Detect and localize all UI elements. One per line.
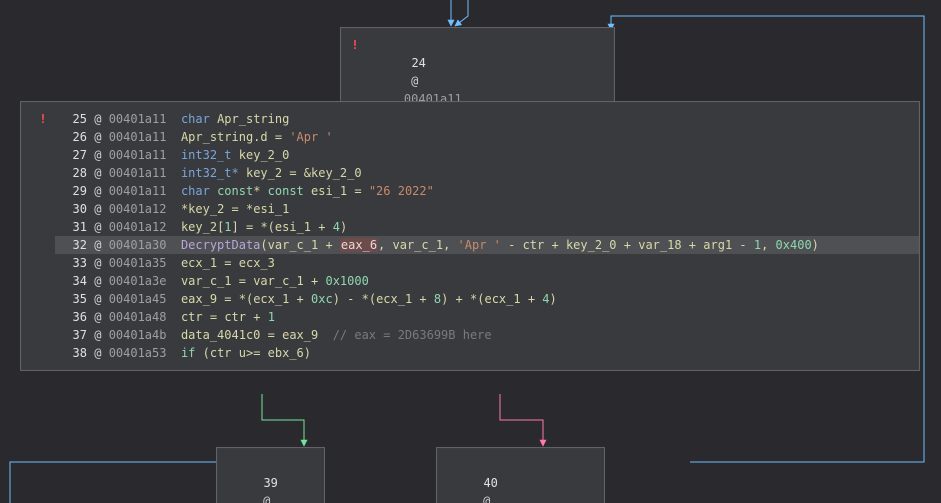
code-row[interactable]: 27 @ 00401a11 int32_t key_2_0 (65, 146, 909, 164)
code-row[interactable]: 29 @ 00401a11 char const* const esi_1 = … (65, 182, 909, 200)
line-number: 36 (65, 308, 87, 326)
block-break[interactable]: 39 @ 00401a53 break (216, 447, 325, 503)
identifier[interactable]: ctr (181, 310, 203, 324)
at-sign: @ (87, 148, 109, 162)
identifier[interactable]: ctr (224, 310, 246, 324)
at-sign: @ (87, 274, 109, 288)
line-number: 30 (65, 200, 87, 218)
line-number: 28 (65, 164, 87, 182)
address: 00401a11 (109, 184, 167, 198)
code-row[interactable]: 39 @ 00401a53 break (227, 456, 314, 503)
line-number: 38 (65, 344, 87, 362)
identifier[interactable]: key_2_0 (566, 238, 617, 252)
line-number: 26 (65, 128, 87, 146)
at-sign: @ (87, 256, 109, 270)
line-number: 27 (65, 146, 87, 164)
address: 00401a30 (109, 238, 167, 252)
identifier[interactable]: esi_1 (275, 220, 311, 234)
line-number: 35 (65, 290, 87, 308)
identifier[interactable]: arg1 (703, 238, 732, 252)
identifier[interactable]: esi_1 (253, 202, 289, 216)
line-number: 24 (404, 54, 426, 72)
code-row[interactable]: 37 @ 00401a4b data_4041c0 = eax_9 // eax… (65, 326, 909, 344)
identifier[interactable]: var_c_1 (393, 238, 444, 252)
line-number: 40 (476, 474, 498, 492)
identifier[interactable]: var_c_1 (181, 274, 232, 288)
address: 00401a53 (109, 346, 167, 360)
identifier[interactable]: eax_9 (282, 328, 318, 342)
line-number: 29 (65, 182, 87, 200)
address: 00401a11 (109, 130, 167, 144)
identifier[interactable]: var_c_1 (253, 274, 304, 288)
code-row[interactable]: 25 @ 00401a11 char Apr_string (65, 110, 909, 128)
code-row[interactable]: 40 @ 00401a03 eax_6 = var_20_1 (447, 456, 594, 503)
address: 00401a48 (109, 310, 167, 324)
block-backedge-assign[interactable]: 40 @ 00401a03 eax_6 = var_20_1 (436, 447, 605, 503)
identifier[interactable]: ebx_6 (268, 346, 304, 360)
identifier[interactable]: ecx_1 (253, 292, 289, 306)
at-sign: @ (87, 202, 109, 216)
at-sign: @ (87, 328, 109, 342)
address: 00401a12 (109, 202, 167, 216)
identifier[interactable]: var_c_1 (268, 238, 319, 252)
identifier[interactable]: esi_1 (311, 184, 347, 198)
identifier[interactable]: ecx_1 (181, 256, 217, 270)
at-sign: @ (87, 130, 109, 144)
at-sign: @ (87, 166, 109, 180)
at-sign: @ (87, 346, 109, 360)
address: 00401a11 (109, 166, 167, 180)
identifier[interactable]: key_2_0 (239, 148, 290, 162)
identifier[interactable]: ecx_1 (376, 292, 412, 306)
line-number: 31 (65, 218, 87, 236)
code-row[interactable]: 35 @ 00401a45 eax_9 = *(ecx_1 + 0xc) - *… (65, 290, 909, 308)
function-name[interactable]: DecryptData (181, 238, 260, 252)
line-number: 33 (65, 254, 87, 272)
identifier[interactable]: key_2 (181, 220, 217, 234)
comment: // eax = 2D63699B here (333, 328, 492, 342)
code-row[interactable]: 36 @ 00401a48 ctr = ctr + 1 (65, 308, 909, 326)
line-number: 39 (256, 474, 278, 492)
address: 00401a11 (109, 112, 167, 126)
address: 00401a3e (109, 274, 167, 288)
code-row[interactable]: 38 @ 00401a53 if (ctr u>= ebx_6) (65, 344, 909, 362)
identifier[interactable]: data_4041c0 (181, 328, 260, 342)
code-row[interactable]: 34 @ 00401a3e var_c_1 = var_c_1 + 0x1000 (65, 272, 909, 290)
at-sign: @ (87, 220, 109, 234)
code-row[interactable]: 28 @ 00401a11 int32_t* key_2 = &key_2_0 (65, 164, 909, 182)
identifier[interactable]: eax_9 (181, 292, 217, 306)
at-sign: @ (87, 238, 109, 252)
address: 00401a4b (109, 328, 167, 342)
line-number: 25 (65, 110, 87, 128)
block-loop-body[interactable]: ! 25 @ 00401a11 char Apr_string26 @ 0040… (20, 101, 920, 371)
address: 00401a35 (109, 256, 167, 270)
address: 00401a45 (109, 292, 167, 306)
address: 00401a11 (109, 148, 167, 162)
identifier[interactable]: ecx_1 (484, 292, 520, 306)
error-icon: ! (35, 110, 51, 126)
at-sign: @ (87, 292, 109, 306)
at-sign: @ (87, 310, 109, 324)
line-number: 34 (65, 272, 87, 290)
highlighted-identifier[interactable]: eax_6 (340, 238, 378, 252)
identifier[interactable]: ctr (523, 238, 545, 252)
identifier[interactable]: ctr (210, 346, 232, 360)
error-icon: ! (347, 36, 363, 52)
at-sign: @ (87, 112, 109, 126)
identifier[interactable]: Apr_string (217, 112, 289, 126)
address: 00401a12 (109, 220, 167, 234)
identifier[interactable]: key_2_0 (311, 166, 362, 180)
identifier[interactable]: var_18 (638, 238, 681, 252)
code-row[interactable]: 33 @ 00401a35 ecx_1 = ecx_3 (65, 254, 909, 272)
at-sign: @ (87, 184, 109, 198)
identifier[interactable]: ecx_3 (239, 256, 275, 270)
code-row[interactable]: 32 @ 00401a30 DecryptData(var_c_1 + eax_… (55, 236, 919, 254)
identifier[interactable]: key_2 (188, 202, 224, 216)
code-row[interactable]: 30 @ 00401a12 *key_2 = *esi_1 (65, 200, 909, 218)
line-number: 37 (65, 326, 87, 344)
code-row[interactable]: 26 @ 00401a11 Apr_string.d = 'Apr ' (65, 128, 909, 146)
identifier[interactable]: Apr_string.d (181, 130, 268, 144)
line-number: 32 (65, 236, 87, 254)
identifier[interactable]: key_2 (246, 166, 282, 180)
code-row[interactable]: 31 @ 00401a12 key_2[1] = *(esi_1 + 4) (65, 218, 909, 236)
